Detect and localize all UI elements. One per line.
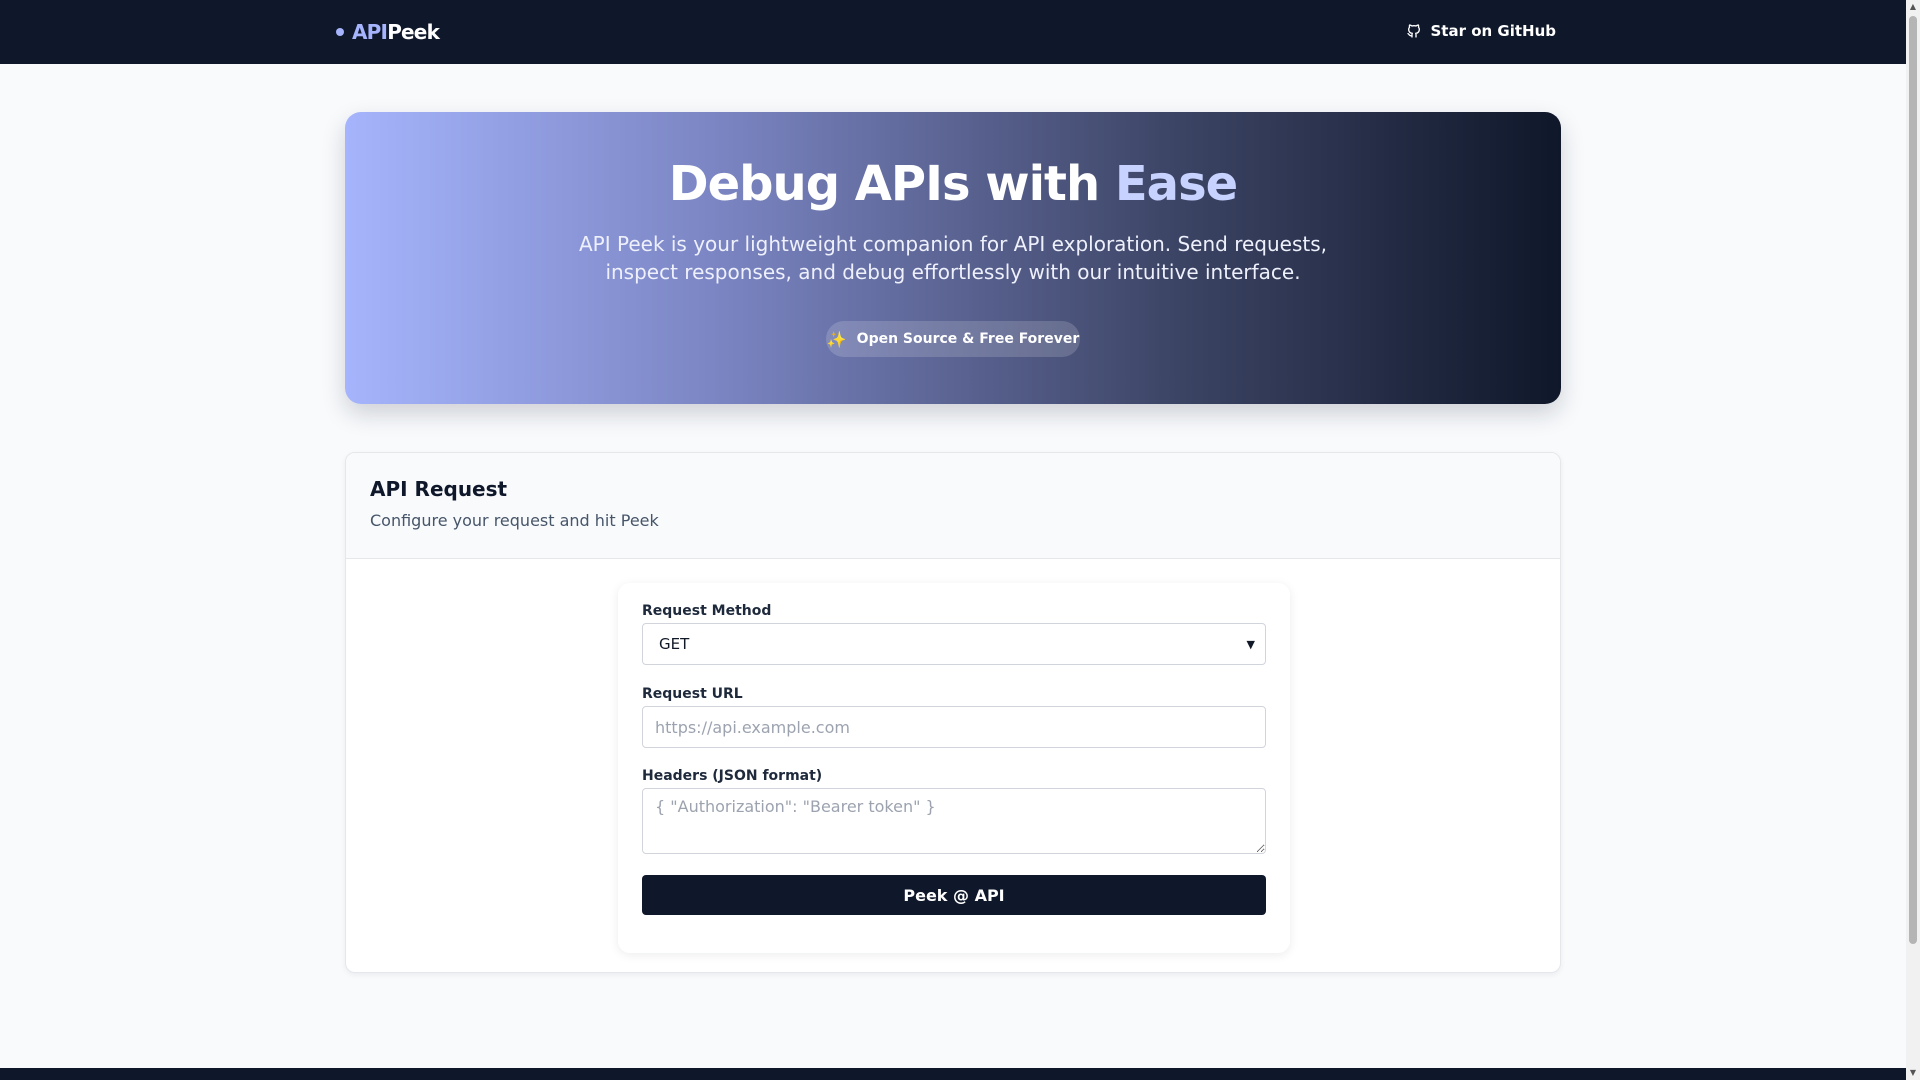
method-select-value: GET <box>659 635 690 653</box>
card-title: API Request <box>370 477 508 501</box>
api-request-card: API Request Configure your request and h… <box>345 452 1561 973</box>
scroll-down-arrow-icon[interactable]: ▼ <box>1906 1066 1920 1080</box>
method-label: Request Method <box>642 603 772 619</box>
brand-dot-icon <box>336 28 344 36</box>
headers-textarea[interactable] <box>642 788 1266 854</box>
hero-banner: Debug APIs with Ease API Peek is your li… <box>345 112 1561 404</box>
hero-title: Debug APIs with Ease <box>345 156 1561 212</box>
badge-label: Open Source & Free Forever <box>856 331 1080 347</box>
brand-name-part2: Peek <box>387 20 440 44</box>
scrollbar-thumb[interactable] <box>1909 16 1917 944</box>
brand-name-part1: API <box>352 20 388 44</box>
request-form: Request Method GET ▼ Request URL Headers… <box>618 583 1290 953</box>
github-link[interactable]: Star on GitHub <box>1406 22 1556 40</box>
hero-title-main: Debug APIs with <box>668 156 1100 212</box>
peek-submit-button[interactable]: Peek @ API <box>642 875 1266 915</box>
sparkles-icon: ✨ <box>826 329 847 349</box>
footer-bar <box>0 1068 1906 1080</box>
open-source-badge: ✨ Open Source & Free Forever <box>826 321 1080 357</box>
card-header: API Request Configure your request and h… <box>346 453 1560 559</box>
scroll-up-arrow-icon[interactable]: ▲ <box>1906 0 1920 14</box>
hero-title-accent: Ease <box>1114 156 1238 212</box>
github-link-label: Star on GitHub <box>1430 22 1556 40</box>
github-icon <box>1407 24 1421 38</box>
headers-label: Headers (JSON format) <box>642 768 823 784</box>
url-input[interactable] <box>642 706 1266 748</box>
top-nav: APIPeek Star on GitHub <box>0 0 1906 64</box>
chevron-down-icon: ▼ <box>1246 637 1255 651</box>
method-select[interactable]: GET ▼ <box>642 623 1266 665</box>
brand-logo[interactable]: APIPeek <box>336 20 440 44</box>
card-subtitle: Configure your request and hit Peek <box>370 511 659 530</box>
hero-subtitle: API Peek is your lightweight companion f… <box>578 232 1327 284</box>
page-scrollbar[interactable]: ▲ ▼ <box>1906 0 1920 1080</box>
url-label: Request URL <box>642 686 743 702</box>
